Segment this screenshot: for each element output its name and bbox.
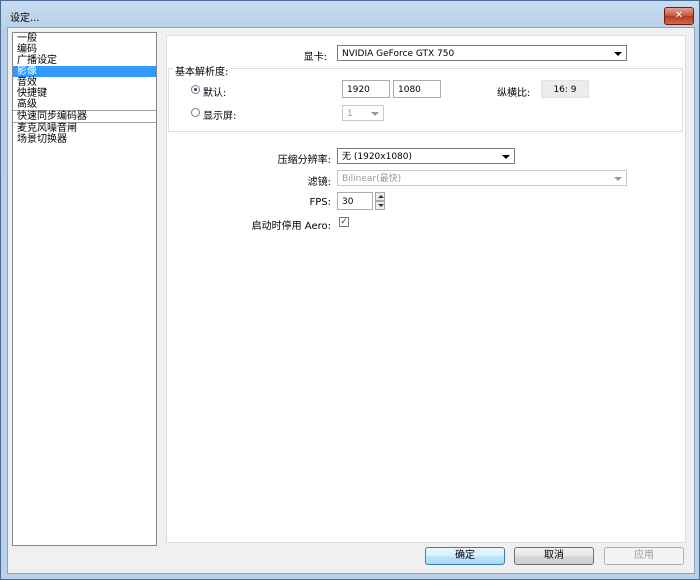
fps-label: FPS: xyxy=(309,197,332,208)
title-bar[interactable]: 设定... ✕ xyxy=(1,1,699,27)
sidebar-item-noise-gate[interactable]: 麦克风噪音闸 xyxy=(13,123,156,134)
gpu-value: NVIDIA GeForce GTX 750 xyxy=(342,49,455,59)
downscale-dropdown[interactable]: 无 (1920x1080) xyxy=(337,148,515,164)
sidebar-item-encoding[interactable]: 编码 xyxy=(13,44,156,55)
base-resolution-group: 基本解析度: 默认: 1920 1080 纵横比: 16: 9 显示屏: 1 xyxy=(168,63,683,132)
sidebar-item-hotkeys[interactable]: 快捷键 xyxy=(13,88,156,99)
disable-aero-label: 启动时停用 Aero: xyxy=(251,221,331,232)
caret-up-icon xyxy=(378,195,384,198)
sidebar-item-scene-switcher[interactable]: 场景切换器 xyxy=(13,134,156,145)
monitor-resolution-label: 显示屏: xyxy=(203,111,237,122)
sidebar-item-broadcast[interactable]: 广播设定 xyxy=(13,55,156,66)
sidebar-item-audio[interactable]: 音效 xyxy=(13,77,156,88)
sidebar-item-video[interactable]: 影像 xyxy=(13,66,156,77)
filter-value: Bilinear(最快) xyxy=(342,174,402,184)
caret-down-icon xyxy=(378,204,384,207)
chevron-down-icon xyxy=(614,177,622,181)
height-input[interactable]: 1080 xyxy=(393,80,441,98)
cancel-button[interactable]: 取消 xyxy=(514,547,594,565)
apply-button[interactable]: 应用 xyxy=(604,547,684,565)
client-area: 一般 编码 广播设定 影像 音效 快捷键 高级 快速同步编码器 麦克风噪音闸 场… xyxy=(7,27,695,574)
default-resolution-label: 默认: xyxy=(203,88,227,99)
settings-category-list[interactable]: 一般 编码 广播设定 影像 音效 快捷键 高级 快速同步编码器 麦克风噪音闸 场… xyxy=(12,32,157,546)
downscale-value: 无 (1920x1080) xyxy=(342,152,413,162)
window-title: 设定... xyxy=(10,13,40,24)
fps-increment-button[interactable] xyxy=(375,192,385,201)
fps-input[interactable]: 30 xyxy=(337,192,373,210)
monitor-dropdown[interactable]: 1 xyxy=(342,105,384,121)
close-icon[interactable]: ✕ xyxy=(664,7,694,25)
fps-decrement-button[interactable] xyxy=(375,201,385,210)
sidebar-item-advanced[interactable]: 高级 xyxy=(13,99,156,110)
downscale-label: 压缩分辨率: xyxy=(277,155,331,166)
disable-aero-checkbox[interactable]: ✓ xyxy=(339,217,349,227)
video-settings-panel: 显卡: NVIDIA GeForce GTX 750 基本解析度: 默认: 19… xyxy=(166,35,686,543)
chevron-down-icon xyxy=(614,52,622,56)
sidebar-item-general[interactable]: 一般 xyxy=(13,33,156,44)
base-resolution-title: 基本解析度: xyxy=(173,63,231,78)
chevron-down-icon xyxy=(502,155,510,159)
monitor-value: 1 xyxy=(347,109,353,119)
gpu-label: 显卡: xyxy=(303,52,327,63)
monitor-resolution-radio[interactable] xyxy=(191,108,200,117)
aspect-ratio-value: 16: 9 xyxy=(541,80,589,98)
aspect-ratio-label: 纵横比: xyxy=(497,88,531,99)
chevron-down-icon xyxy=(371,112,379,116)
settings-window: 设定... ✕ 一般 编码 广播设定 影像 音效 快捷键 高级 快速同步编码器 … xyxy=(0,0,700,580)
ok-button[interactable]: 确定 xyxy=(425,547,505,565)
default-resolution-radio[interactable] xyxy=(191,85,200,94)
fps-stepper[interactable] xyxy=(375,192,385,210)
sidebar-item-quicksync[interactable]: 快速同步编码器 xyxy=(13,110,156,123)
gpu-dropdown[interactable]: NVIDIA GeForce GTX 750 xyxy=(337,45,627,61)
filter-dropdown[interactable]: Bilinear(最快) xyxy=(337,170,627,186)
filter-label: 滤镜: xyxy=(307,177,331,188)
width-input[interactable]: 1920 xyxy=(342,80,390,98)
